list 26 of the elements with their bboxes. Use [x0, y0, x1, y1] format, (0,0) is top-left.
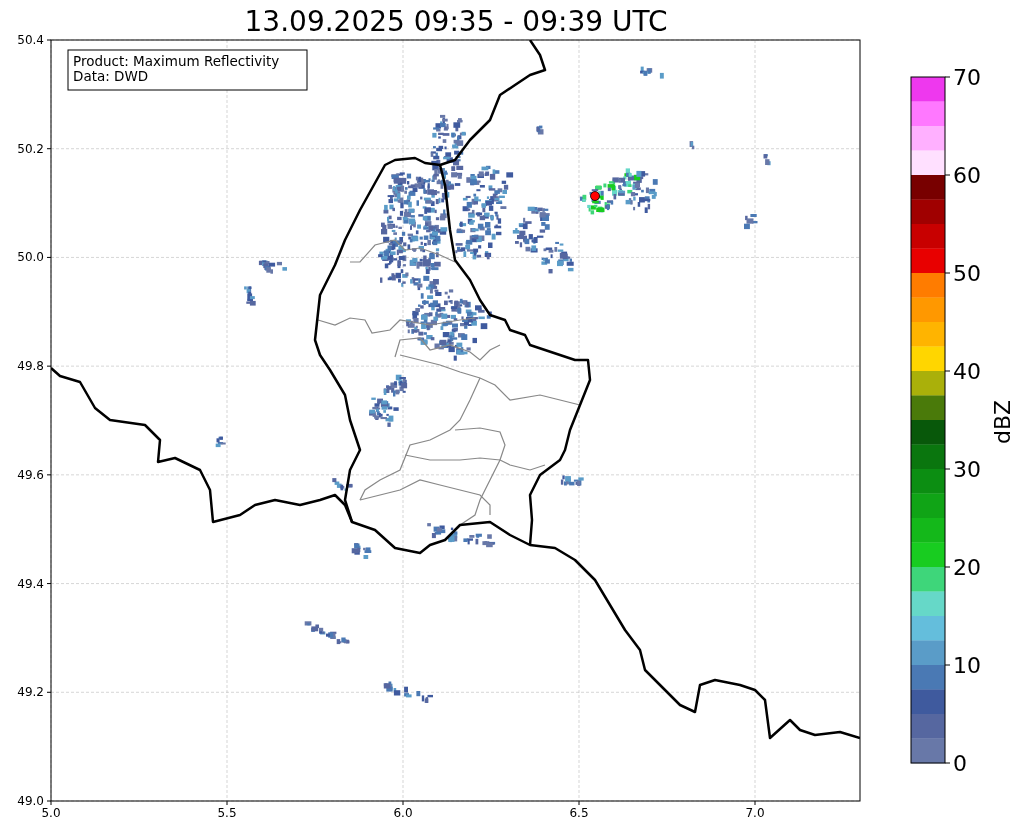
colorbar-tick-label: 60 [953, 163, 981, 188]
colorbar-tick-label: 30 [953, 457, 981, 482]
tick-label: 49.2 [17, 685, 44, 700]
tick-label: 49.0 [17, 794, 44, 808]
tick-label: 6.5 [569, 806, 589, 820]
tick-label: 50.4 [17, 33, 44, 47]
info-text: Data: DWD [73, 68, 149, 84]
colorbar-tick-label: 20 [953, 555, 981, 580]
tick-label: 5.0 [41, 806, 61, 820]
info-text: Product: Maximum Reflectivity [73, 53, 280, 69]
chart-title: 13.09.2025 09:35 - 09:39 UTC [244, 5, 668, 38]
tick-label: 49.8 [17, 359, 44, 374]
tick-label: 5.5 [217, 806, 237, 820]
colorbar-label: dBZ [990, 399, 1015, 445]
tick-label: 50.2 [17, 141, 44, 156]
tick-label: 49.4 [17, 576, 44, 591]
colorbar-tick-label: 50 [953, 261, 981, 286]
tick-label: 49.6 [17, 467, 44, 482]
colorbar-tick-label: 0 [953, 751, 967, 776]
tick-label: 7.0 [745, 806, 765, 820]
colorbar-tick-label: 40 [953, 359, 981, 384]
tick-label: 6.0 [393, 806, 413, 820]
colorbar-tick-label: 70 [953, 65, 981, 90]
tick-label: 50.0 [17, 250, 44, 265]
location-marker [590, 191, 600, 201]
colorbar-tick-label: 10 [953, 653, 981, 678]
